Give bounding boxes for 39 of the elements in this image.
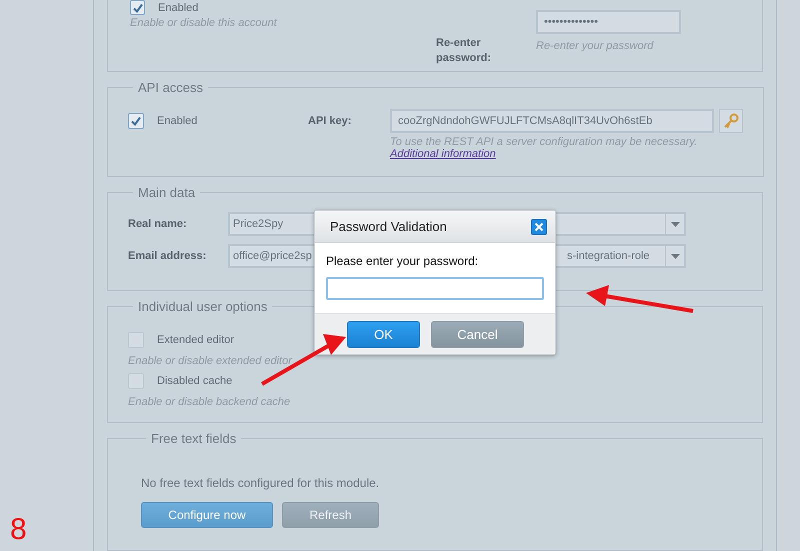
hint-text: Enable or disable extended editor bbox=[128, 355, 292, 367]
checkbox[interactable] bbox=[128, 113, 144, 129]
hint-text: Re-enter your password bbox=[536, 40, 655, 52]
section-title: Individual user options bbox=[137, 299, 268, 314]
cancel-button[interactable]: Cancel bbox=[431, 320, 524, 348]
section-title: Main data bbox=[137, 185, 196, 200]
api-key-field[interactable]: cooZrgNdndohGWFUJLFTCMsA8qlIT34UvOh6stEb bbox=[390, 109, 714, 133]
hint-text: To use the REST API a server configuration may be necessary. bbox=[390, 136, 698, 148]
checkbox-label: Enabled bbox=[157, 115, 198, 127]
empty-message: No free text fields configured for this module. bbox=[141, 476, 380, 490]
prompt-text: Please enter your password: bbox=[326, 254, 480, 268]
checkbox-label: Extended editor bbox=[157, 334, 234, 346]
section-title: Free text fields bbox=[150, 431, 238, 446]
page-number: 8 bbox=[10, 515, 27, 545]
close-button[interactable] bbox=[531, 218, 547, 234]
hint-text: Enable or disable backend cache bbox=[128, 396, 290, 408]
field-label: Email address: bbox=[128, 250, 208, 262]
info-link[interactable]: Additional information bbox=[390, 148, 496, 160]
password-field[interactable]: •••••••••••••• bbox=[536, 10, 681, 34]
hint-text: Enable or disable this account bbox=[130, 17, 278, 29]
refresh-button[interactable]: Refresh bbox=[282, 502, 379, 528]
section-title: API access bbox=[137, 80, 204, 95]
checkbox-label: Enabled bbox=[158, 2, 198, 14]
field-label: Real name: bbox=[128, 218, 188, 230]
caret-icon bbox=[670, 254, 680, 258]
dialog-title: Password Validation bbox=[330, 219, 447, 234]
check-icon bbox=[130, 115, 142, 127]
configure-button[interactable]: Configure now bbox=[141, 502, 273, 528]
checkbox[interactable] bbox=[130, 0, 145, 15]
caret-icon bbox=[670, 222, 680, 226]
field-label: API key: bbox=[308, 115, 352, 127]
checkbox-label: Disabled cache bbox=[157, 375, 232, 387]
key-button[interactable] bbox=[719, 109, 743, 133]
check-icon bbox=[132, 2, 144, 14]
password-field[interactable] bbox=[326, 277, 544, 300]
ok-button[interactable]: OK bbox=[347, 320, 420, 348]
key-icon bbox=[723, 113, 739, 129]
field-label: Re-enter password: bbox=[436, 36, 492, 66]
close-icon bbox=[534, 222, 544, 232]
